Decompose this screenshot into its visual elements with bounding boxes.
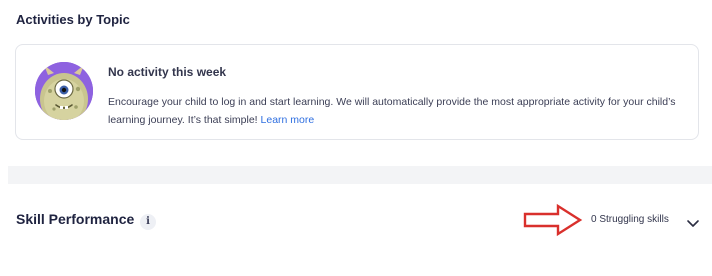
empty-state-message: Encourage your child to log in and start… <box>108 93 688 129</box>
skill-performance-title: Skill Performance <box>16 211 135 227</box>
empty-state-body: Encourage your child to log in and start… <box>108 96 676 126</box>
no-activity-card: No activity this week Encourage your chi… <box>15 44 699 140</box>
empty-state-title: No activity this week <box>108 65 227 79</box>
chevron-down-icon[interactable] <box>686 216 700 227</box>
section-divider <box>8 166 712 184</box>
red-arrow-icon <box>522 203 584 237</box>
info-icon[interactable]: i <box>140 214 156 230</box>
activities-section-title: Activities by Topic <box>16 12 130 27</box>
struggling-skills-count[interactable]: 0 Struggling skills <box>591 214 669 225</box>
learn-more-link[interactable]: Learn more <box>261 114 315 126</box>
monster-avatar-icon <box>34 61 94 121</box>
